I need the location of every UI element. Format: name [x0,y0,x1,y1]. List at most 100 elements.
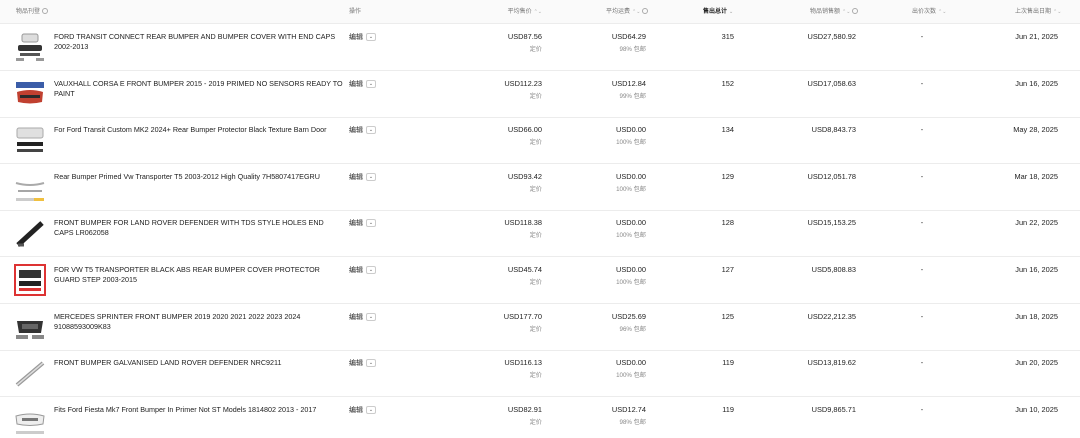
header-avg-shipping-label: 平均运费 [606,9,631,15]
avg-shipping: USD64.29 [611,32,646,41]
total-sold: 152 [721,78,734,88]
last-sold-date: Jun 22, 2025 [1015,218,1058,228]
action-menu[interactable]: 编辑 ⌄ [349,265,376,275]
edit-button[interactable]: 编辑 [349,312,363,322]
header-avg-shipping[interactable]: 平均运费 ⌃⌄ [606,0,649,24]
chevron-down-icon[interactable]: ⌄ [366,33,376,41]
listing-title[interactable]: FOR VW T5 TRANSPORTER BLACK ABS REAR BUM… [54,265,344,285]
action-menu[interactable]: 编辑 ⌄ [349,358,376,368]
listing-title[interactable]: For Ford Transit Custom MK2 2024+ Rear B… [54,125,344,135]
sort-icon: ⌃⌄ [533,9,542,15]
edit-button[interactable]: 编辑 [349,125,363,135]
table-row: For Ford Transit Custom MK2 2024+ Rear B… [0,117,1080,165]
avg-price: USD93.42 [507,171,542,181]
table-header: 物品刊登 操作 平均售价 ⌃⌄ 平均运费 ⌃⌄ 售出总计 ⌄ 物品销售额 ⌃⌄ 出价次数… [0,0,1080,24]
chevron-down-icon[interactable]: ⌄ [366,126,376,135]
edit-button[interactable]: 编辑 [349,265,363,275]
chevron-down-icon[interactable]: ⌄ [366,79,376,88]
price-type: 定价 [529,232,542,240]
edit-button[interactable]: 编辑 [349,358,363,368]
avg-price: USD45.74 [507,265,542,274]
price-type: 定价 [529,418,542,426]
total-sold: 125 [721,311,734,321]
product-thumbnail[interactable] [14,264,46,296]
info-icon [852,8,859,15]
product-thumbnail[interactable] [14,311,46,343]
header-avg-price[interactable]: 平均售价 ⌃⌄ [500,0,542,24]
listing-title[interactable]: FRONT BUMPER FOR LAND ROVER DEFENDER WIT… [54,218,344,238]
avg-price: USD116.13 [504,358,542,368]
bid-count: - [920,78,924,88]
listing-title[interactable]: Rear Bumper Primed Vw Transporter T5 200… [54,172,344,182]
item-sales: USD5,808.83 [811,265,856,274]
chevron-down-icon[interactable]: ⌄ [366,405,376,414]
sort-icon: ⌃⌄ [938,9,947,15]
edit-button[interactable]: 编辑 [349,32,363,42]
action-menu[interactable]: 编辑 ⌄ [349,405,376,415]
product-thumbnail[interactable] [14,357,46,389]
price-type: 定价 [529,372,542,380]
price-type: 定价 [529,185,542,193]
avg-shipping: USD25.69 [611,311,646,321]
shipping-note: 100% 包邮 [616,185,646,193]
header-item[interactable]: 物品刊登 [16,0,49,24]
product-thumbnail[interactable] [14,217,46,249]
product-thumbnail[interactable] [14,404,46,436]
header-item-sales[interactable]: 物品销售额 ⌃⌄ [810,0,859,24]
chevron-down-icon[interactable]: ⌄ [366,172,376,181]
edit-button[interactable]: 编辑 [349,79,363,89]
edit-button[interactable]: 编辑 [349,218,363,228]
header-action-label: 操作 [349,9,362,15]
item-sales: USD27,580.92 [807,32,856,41]
listing-title[interactable]: Fits Ford Fiesta Mk7 Front Bumper In Pri… [54,405,344,415]
price-type: 定价 [529,46,542,53]
table-row: VAUXHALL CORSA E FRONT BUMPER 2015 - 201… [0,71,1080,118]
listing-title[interactable]: MERCEDES SPRINTER FRONT BUMPER 2019 2020… [54,312,344,332]
last-sold-date: Jun 20, 2025 [1015,358,1058,368]
bid-count: - [920,218,924,228]
product-thumbnail[interactable] [14,171,46,203]
edit-button[interactable]: 编辑 [349,172,363,182]
price-type: 定价 [529,325,542,333]
product-thumbnail[interactable] [14,31,46,63]
table-row: FRONT BUMPER FOR LAND ROVER DEFENDER WIT… [0,210,1080,258]
action-menu[interactable]: 编辑 ⌄ [349,79,376,89]
action-menu[interactable]: 编辑 ⌄ [349,125,376,135]
shipping-note: 100% 包邮 [616,372,646,380]
action-menu[interactable]: 编辑 ⌄ [349,32,376,42]
header-action: 操作 [349,0,361,24]
listing-title[interactable]: FRONT BUMPER GALVANISED LAND ROVER DEFEN… [54,358,344,368]
item-sales: USD13,819.62 [807,358,856,368]
action-menu[interactable]: 编辑 ⌄ [349,172,376,182]
action-menu[interactable]: 编辑 ⌄ [349,218,376,228]
product-thumbnail[interactable] [14,124,46,156]
listing-title[interactable]: VAUXHALL CORSA E FRONT BUMPER 2015 - 201… [54,79,344,99]
bid-count: - [920,32,924,41]
avg-price: USD118.38 [504,218,542,228]
shipping-note: 100% 包邮 [616,232,646,240]
header-last-sold-label: 上次售出日期 [1015,9,1052,15]
chevron-down-icon[interactable]: ⌄ [366,219,376,228]
bid-count: - [920,311,924,321]
chevron-down-icon[interactable]: ⌄ [366,359,376,368]
last-sold-date: Jun 10, 2025 [1015,404,1058,414]
item-sales: USD22,212.35 [807,311,856,321]
listing-title[interactable]: FORD TRANSIT CONNECT REAR BUMPER AND BUM… [54,32,344,52]
product-thumbnail[interactable] [14,78,46,110]
item-sales: USD9,865.71 [811,404,856,414]
avg-price: USD66.00 [507,125,542,135]
header-item-label: 物品刊登 [16,9,41,15]
shipping-note: 99% 包邮 [619,92,646,100]
edit-button[interactable]: 编辑 [349,405,363,415]
total-sold: 119 [722,404,734,414]
action-menu[interactable]: 编辑 ⌄ [349,312,376,322]
bid-count: - [920,265,924,274]
item-sales: USD15,153.25 [807,218,856,228]
header-bids[interactable]: 出价次数 ⌃⌄ [912,0,946,24]
item-sales: USD12,051.78 [807,171,856,181]
header-last-sold[interactable]: 上次售出日期 ⌃⌄ [1015,0,1061,24]
chevron-down-icon[interactable]: ⌄ [366,266,376,274]
last-sold-date: Jun 21, 2025 [1015,32,1058,41]
chevron-down-icon[interactable]: ⌄ [366,312,376,321]
header-total-sold[interactable]: 售出总计 ⌄ [703,0,733,24]
